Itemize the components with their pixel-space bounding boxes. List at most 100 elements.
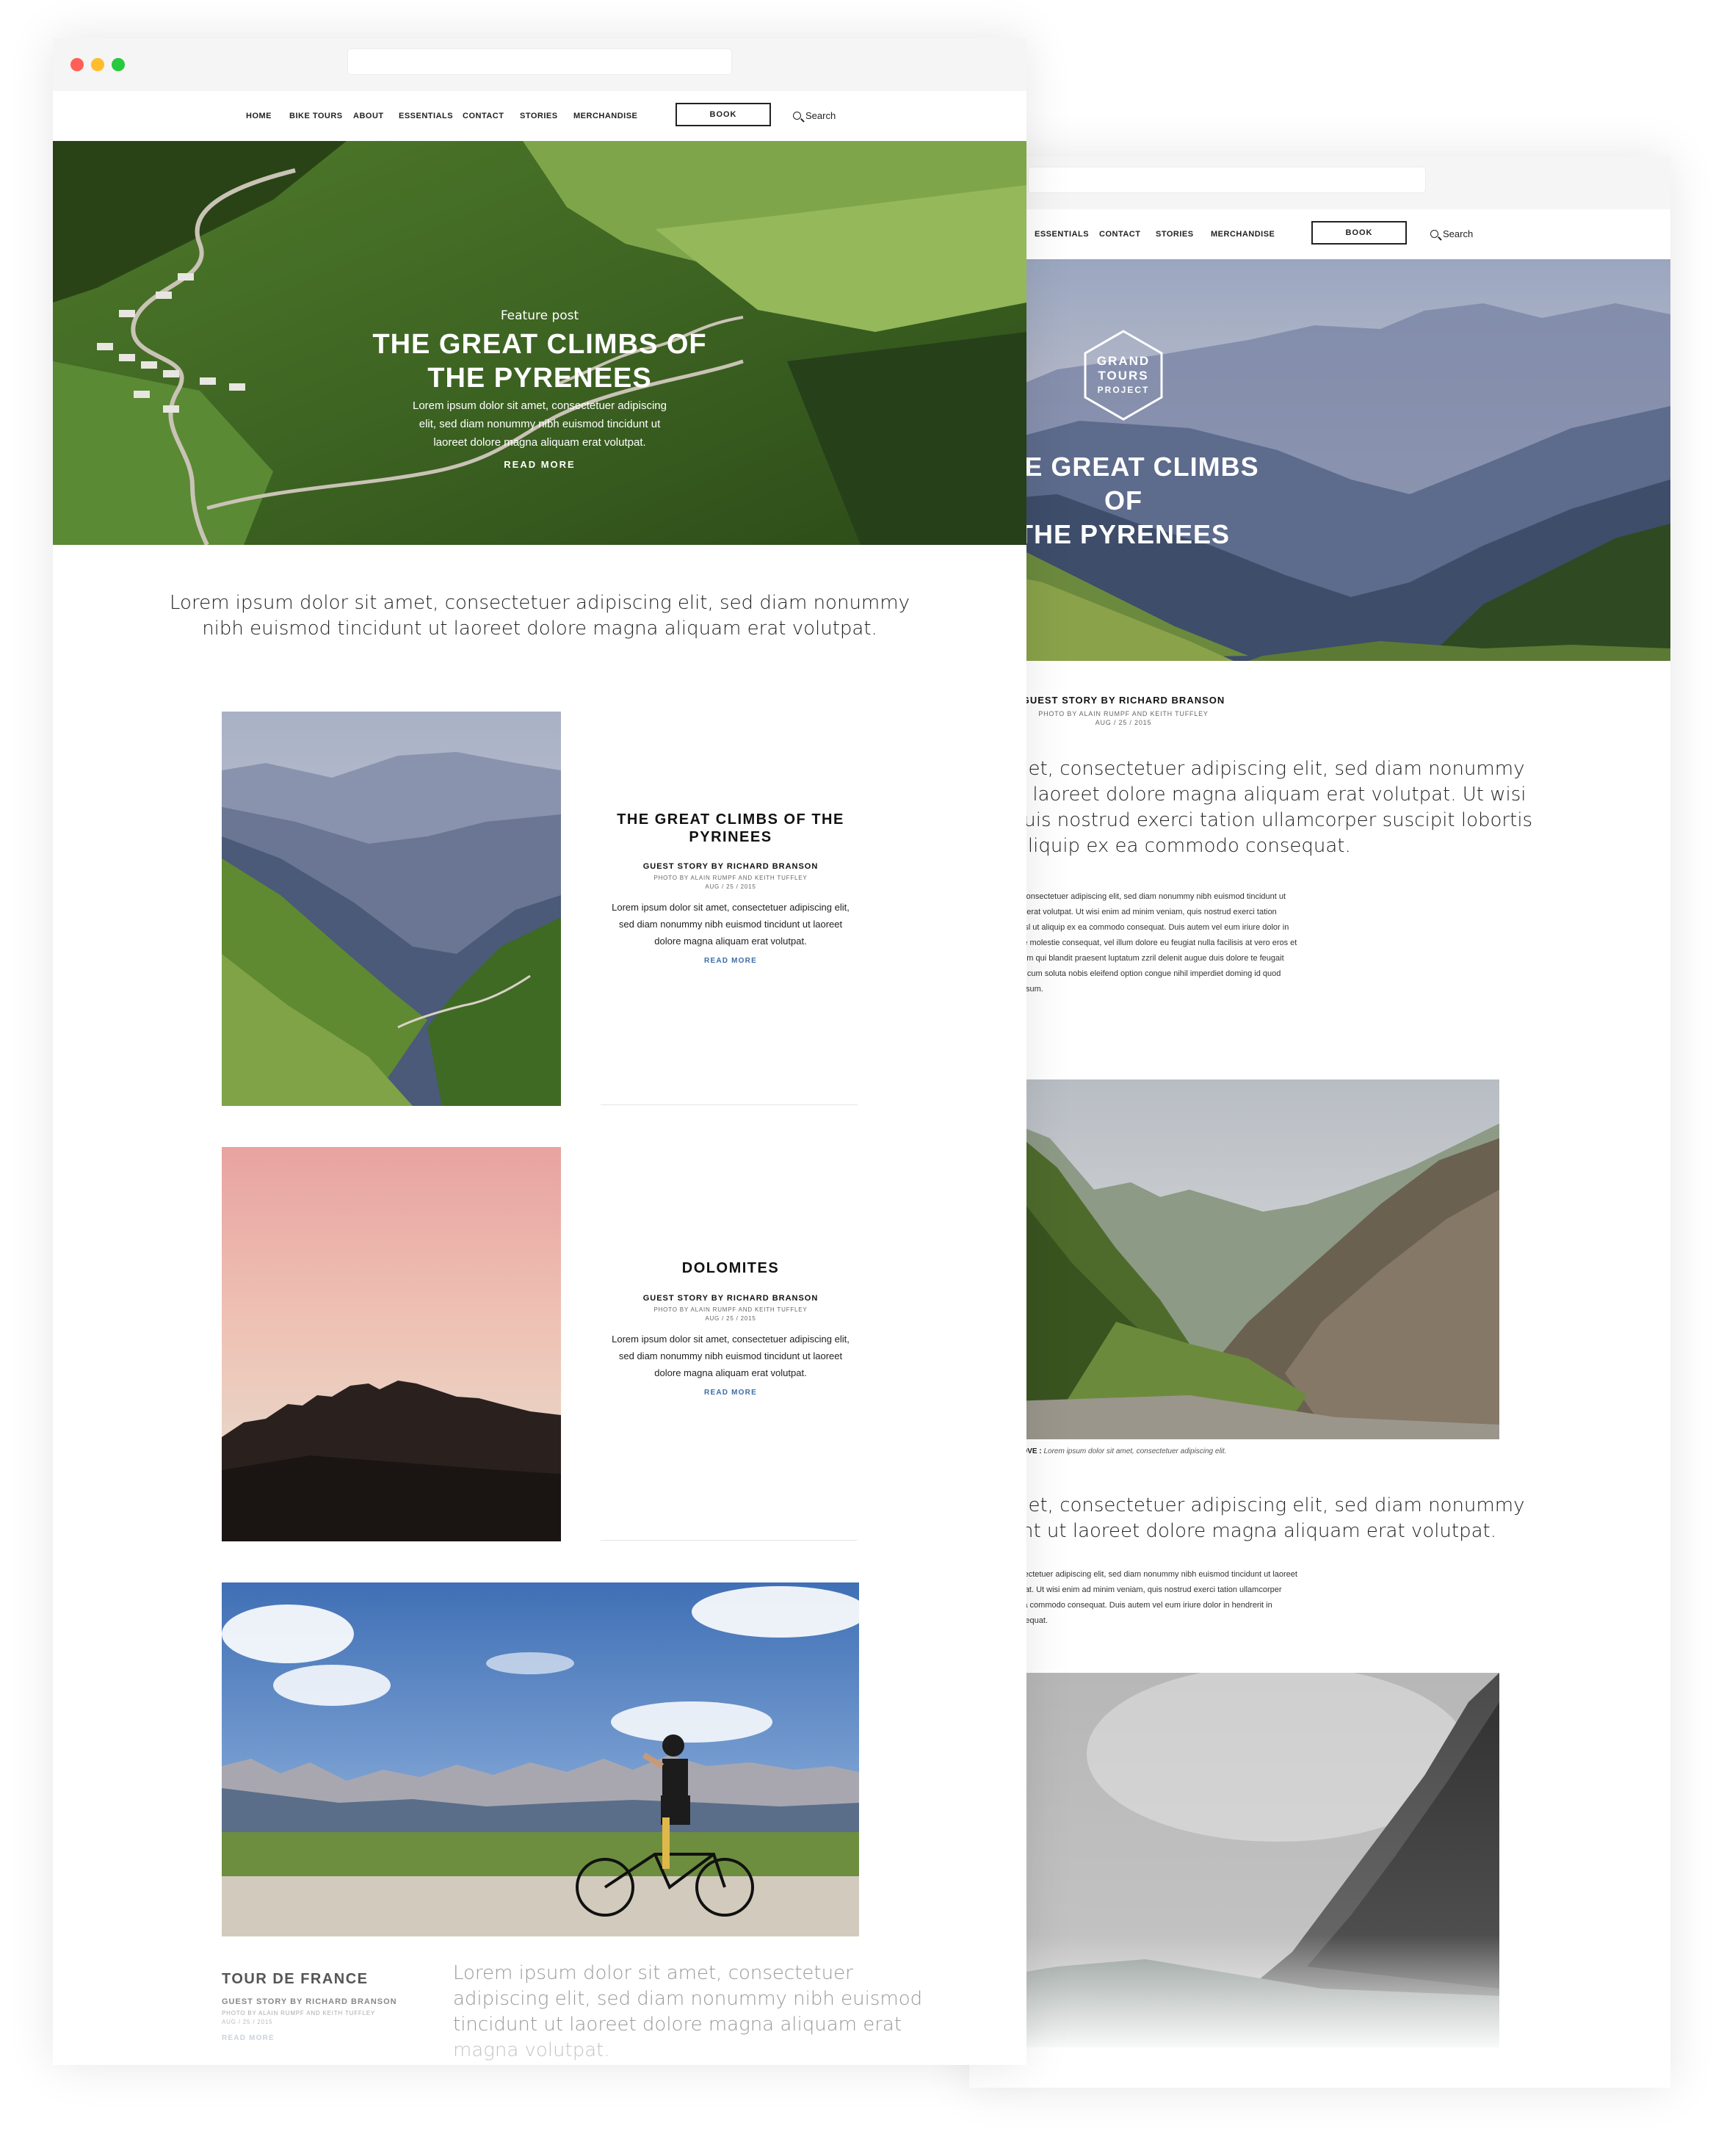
wide-card-photo-credit: PHOTO BY ALAIN RUMPF AND KEITH TUFFLEY — [222, 2010, 376, 2016]
card-byline: GUEST STORY BY RICHARD BRANSON — [642, 1294, 819, 1303]
lead-line: sl ut aliquip ex ea commodo consequat. — [969, 835, 1351, 857]
close-window-icon[interactable] — [70, 58, 84, 71]
card-byline: GUEST STORY BY RICHARD BRANSON — [642, 862, 819, 871]
wide-card-meta: TOUR DE FRANCE GUEST STORY BY RICHARD BR… — [222, 1969, 397, 2042]
card-excerpt-line: Lorem ipsum dolor sit amet, consectetuer… — [612, 1334, 850, 1345]
card-pyrenees-text: THE GREAT CLIMBS OF THE PYRINEES GUEST S… — [602, 811, 859, 965]
caption-text: Lorem ipsum dolor sit amet, consectetuer… — [1043, 1447, 1227, 1455]
wide-card-excerpt-line: magna volutpat. — [453, 2039, 610, 2061]
wide-card-byline: GUEST STORY BY RICHARD BRANSON — [222, 1997, 397, 2006]
home-nav-bar: HOME BIKE TOURS ABOUT ESSENTIALS CONTACT… — [53, 91, 1026, 141]
card-excerpt: Lorem ipsum dolor sit amet, consectetuer… — [602, 1331, 859, 1381]
hero-read-more-link[interactable]: READ MORE — [53, 459, 1026, 470]
minimize-window-icon[interactable] — [91, 58, 104, 71]
lead-line: sit amet, consectetuer adipiscing elit, … — [969, 1494, 1525, 1516]
card-dolomites-text: DOLOMITES GUEST STORY BY RICHARD BRANSON… — [602, 1259, 859, 1397]
card-read-more-link[interactable]: READ MORE — [602, 1389, 859, 1397]
card-excerpt-line: sed diam nonummy nibh euismod tincidunt … — [618, 919, 843, 930]
body-line: r sit amet, consectetuer adipiscing elit… — [969, 1570, 1297, 1579]
maximize-window-icon[interactable] — [112, 58, 125, 71]
body-line: sm liber tempor cum soluta nobis eleifen… — [969, 969, 1281, 978]
article-body-paragraph: dolor sit amet, consectetuer adipiscing … — [969, 889, 1410, 997]
card-date: AUG / 25 / 2015 — [705, 883, 756, 890]
nav-item-essentials[interactable]: ESSENTIALS — [1035, 230, 1089, 239]
card-dolomites-image — [222, 1147, 561, 1541]
body-line: uam erat volutpat. Ut wisi enim ad minim… — [969, 1585, 1282, 1594]
intro-line: Lorem ipsum dolor sit amet, consectetuer… — [170, 592, 910, 614]
card-date: AUG / 25 / 2015 — [705, 1315, 756, 1322]
nav-item-about[interactable]: ABOUT — [353, 112, 384, 120]
hero-title-line: THE GREAT CLIMBS OF — [372, 329, 707, 360]
article-body-paragraph-2: r sit amet, consectetuer adipiscing elit… — [969, 1567, 1410, 1629]
search-icon — [793, 112, 801, 120]
address-bar[interactable] — [1028, 167, 1426, 193]
nav-item-home[interactable]: HOME — [246, 112, 272, 120]
logo-text-grand: GRAND — [1097, 354, 1150, 368]
hero-excerpt-line: laoreet dolore magna aliquam erat volutp… — [433, 436, 646, 449]
lead-line: ncidunt ut laoreet dolore magna aliquam … — [969, 1520, 1496, 1542]
hero-eyebrow: Feature post — [500, 308, 579, 323]
book-button[interactable]: BOOK — [676, 103, 771, 126]
home-browser-window: HOME BIKE TOURS ABOUT ESSENTIALS CONTACT… — [53, 38, 1026, 2065]
card-tour-de-france-image — [222, 1582, 859, 1936]
lead-line: sit amet, consectetuer adipiscing elit, … — [969, 758, 1525, 780]
card-photo-credit: PHOTO BY ALAIN RUMPF AND KEITH TUFFLEY — [653, 1306, 808, 1313]
lead-line: am, quis nostrud exerci tation ullamcorp… — [969, 809, 1533, 831]
hero-excerpt-line: elit, sed diam nonummy nibh euismod tinc… — [419, 418, 661, 430]
nav-item-stories[interactable]: STORIES — [1156, 230, 1194, 239]
wide-card-excerpt: Lorem ipsum dolor sit amet, consectetuer… — [453, 1961, 922, 2063]
search-control[interactable]: Search — [793, 110, 836, 121]
nav-item-contact[interactable]: CONTACT — [463, 112, 504, 120]
hero-excerpt-line: Lorem ipsum dolor sit amet, consectetuer… — [413, 399, 667, 412]
hero-excerpt: Lorem ipsum dolor sit amet, consectetuer… — [53, 397, 1026, 452]
article-nav-bar: ESSENTIALS CONTACT STORIES MERCHANDISE B… — [969, 209, 1670, 259]
card-title-line: PYRINEES — [689, 829, 772, 845]
card-divider — [601, 1104, 858, 1105]
body-line: dolor sit amet, consectetuer adipiscing … — [969, 892, 1286, 901]
card-photo-credit: PHOTO BY ALAIN RUMPF AND KEITH TUFFLEY — [653, 875, 808, 881]
card-divider — [601, 1540, 858, 1541]
logo-text-project: PROJECT — [1098, 385, 1150, 395]
search-label: Search — [805, 110, 836, 121]
wide-card-excerpt-line: Lorem ipsum dolor sit amet, consectetuer — [453, 1962, 853, 1984]
body-line: e molestie consequat. — [969, 1616, 1048, 1625]
article-lead-paragraph: sit amet, consectetuer adipiscing elit, … — [969, 756, 1533, 859]
article-valley-image — [969, 1079, 1499, 1439]
wide-card-title: TOUR DE FRANCE — [222, 1971, 369, 1987]
wide-card-date: AUG / 25 / 2015 — [222, 2019, 273, 2025]
image-caption: ABOVE : Lorem ipsum dolor sit amet, cons… — [1011, 1447, 1226, 1455]
nav-item-bike-tours[interactable]: BIKE TOURS — [289, 112, 343, 120]
wide-card-read-more-link[interactable]: READ MORE — [222, 2034, 397, 2042]
card-excerpt-line: dolore magna aliquam erat volutpat. — [654, 936, 807, 947]
body-line: scipit lobortis nisl ut aliquip ex ea co… — [969, 923, 1289, 932]
hero-title-line: THE PYRENEES — [427, 363, 652, 394]
nav-item-contact[interactable]: CONTACT — [1099, 230, 1140, 239]
logo-text-tours: TOURS — [1098, 369, 1148, 383]
search-label: Search — [1443, 228, 1474, 239]
nav-item-merchandise[interactable]: MERCHANDISE — [573, 112, 637, 120]
hero-overlay: Feature post THE GREAT CLIMBS OF THE PYR… — [53, 308, 1026, 470]
search-control[interactable]: Search — [1430, 228, 1473, 239]
nav-item-merchandise[interactable]: MERCHANDISE — [1211, 230, 1275, 239]
body-line: facer possim assum. — [969, 985, 1043, 994]
search-icon — [1430, 230, 1438, 238]
nav-item-essentials[interactable]: ESSENTIALS — [399, 112, 453, 120]
body-line: l ut aliquip ex ea commodo consequat. Du… — [969, 1601, 1272, 1610]
book-button[interactable]: BOOK — [1311, 221, 1407, 245]
hero-title: THE GREAT CLIMBS OF THE PYRENEES — [53, 328, 1026, 395]
card-read-more-link[interactable]: READ MORE — [602, 957, 859, 965]
card-title: THE GREAT CLIMBS OF THE PYRINEES — [602, 811, 859, 846]
intro-line: nibh euismod tincidunt ut laoreet dolore… — [202, 618, 877, 640]
card-pyrenees-image — [222, 712, 561, 1106]
browser-chrome — [53, 38, 1026, 92]
article-browser-window: ESSENTIALS CONTACT STORIES MERCHANDISE B… — [969, 156, 1670, 2088]
address-bar[interactable] — [347, 48, 732, 75]
card-excerpt: Lorem ipsum dolor sit amet, consectetuer… — [602, 899, 859, 949]
card-excerpt-line: dolore magna aliquam erat volutpat. — [654, 1367, 807, 1378]
lead-line: unt ut laoreet dolore magna aliquam erat… — [969, 784, 1526, 806]
card-title: DOLOMITES — [681, 1260, 780, 1276]
body-line: magna aliquam erat volutpat. Ut wisi eni… — [969, 908, 1277, 916]
card-excerpt-line: Lorem ipsum dolor sit amet, consectetuer… — [612, 902, 850, 913]
nav-item-stories[interactable]: STORIES — [520, 112, 558, 120]
body-line: sto odio dignissim qui blandit praesent … — [969, 954, 1284, 963]
